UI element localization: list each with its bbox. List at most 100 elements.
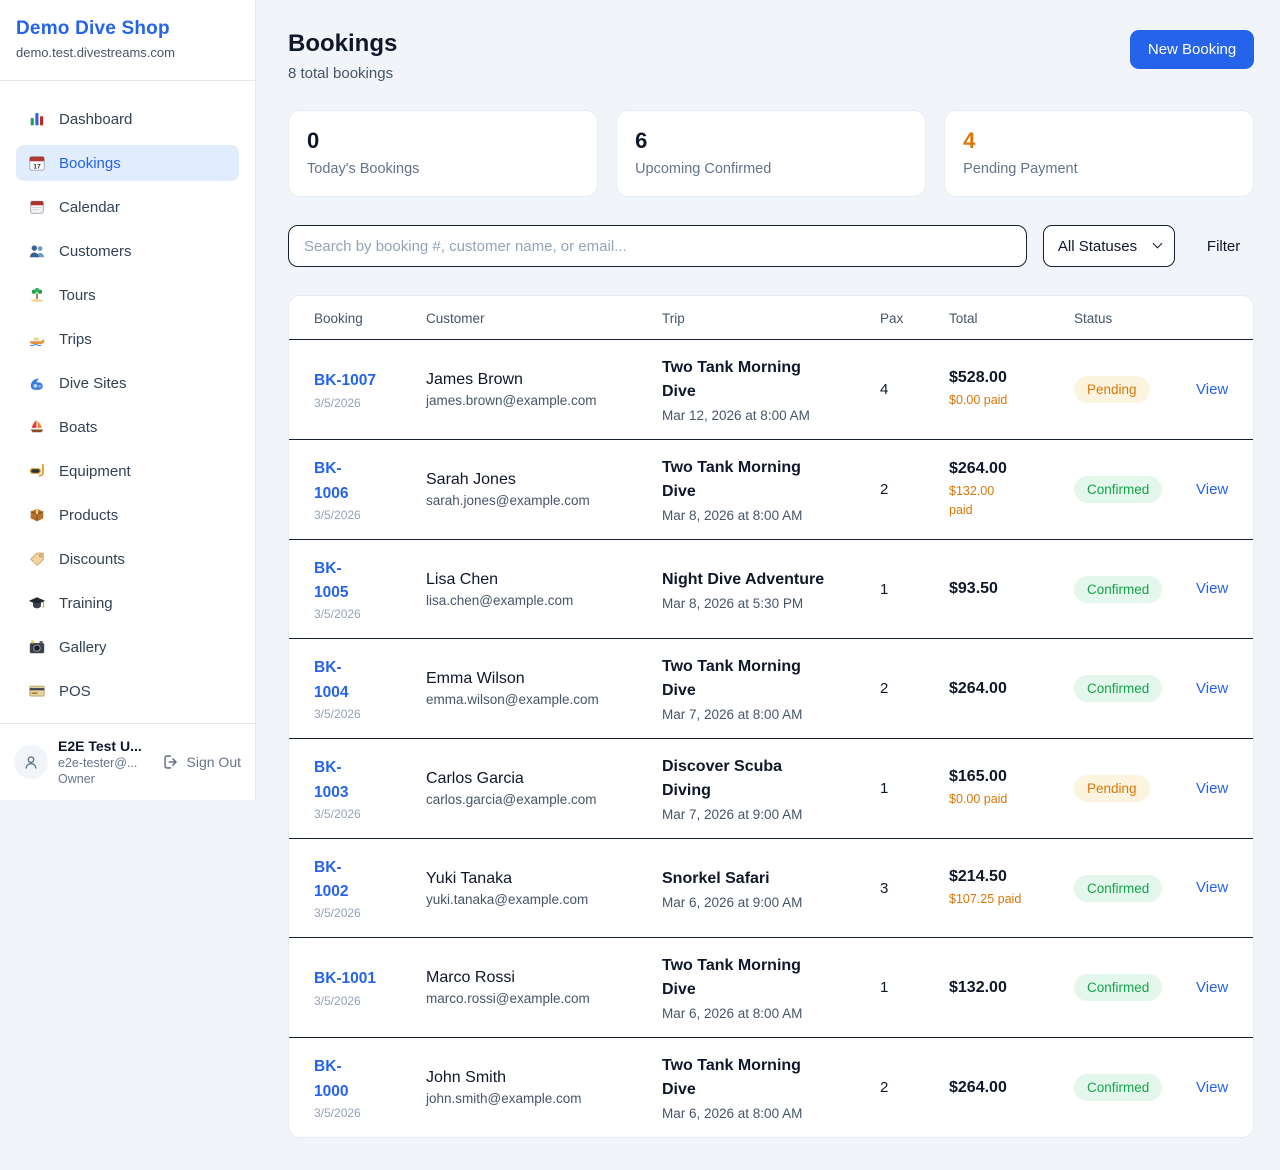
pax-count: 1	[879, 764, 948, 813]
booking-date: 3/5/2026	[314, 807, 424, 821]
booking-date: 3/5/2026	[314, 396, 424, 410]
total-amount: $93.50	[949, 580, 1072, 598]
view-link[interactable]: View	[1196, 780, 1228, 797]
trip-datetime: Mar 12, 2026 at 8:00 AM	[662, 408, 878, 423]
sidebar-item-dashboard[interactable]: Dashboard	[16, 101, 239, 137]
status-cell: Confirmed	[1073, 560, 1195, 619]
booking-cell: BK-1001 3/5/2026	[313, 951, 425, 1023]
new-booking-button[interactable]: New Booking	[1130, 30, 1254, 69]
view-link[interactable]: View	[1196, 680, 1228, 697]
total-cell: $264.00 $132.00paid	[948, 444, 1073, 534]
sidebar-item-label: Equipment	[59, 463, 131, 480]
trip-cell: Two Tank Morning Dive Mar 7, 2026 at 8:0…	[661, 639, 879, 738]
status-badge: Confirmed	[1074, 875, 1162, 902]
booking-date: 3/5/2026	[314, 707, 424, 721]
sidebar-item-discounts[interactable]: Discounts	[16, 541, 239, 577]
status-badge: Confirmed	[1074, 476, 1162, 503]
total-cell: $93.50	[948, 564, 1073, 614]
booking-cell: BK-1006 3/5/2026	[313, 441, 425, 537]
trip-name: Two Tank Morning Dive	[662, 954, 834, 1002]
table-row: BK-1001 3/5/2026 Marco Rossi marco.rossi…	[289, 938, 1253, 1038]
brand-name: Demo Dive Shop	[16, 18, 239, 40]
sidebar-item-gallery[interactable]: Gallery	[16, 629, 239, 665]
total-amount: $165.00	[949, 768, 1072, 786]
booking-link[interactable]: BK-1003	[314, 756, 348, 804]
view-link[interactable]: View	[1196, 979, 1228, 996]
sidebar-item-label: Calendar	[59, 199, 120, 216]
trip-datetime: Mar 8, 2026 at 5:30 PM	[662, 596, 878, 611]
total-cell: $528.00 $0.00 paid	[948, 353, 1073, 425]
table-row: BK-1007 3/5/2026 James Brown james.brown…	[289, 340, 1253, 440]
page: Demo Dive Shop demo.test.divestreams.com…	[0, 0, 1280, 1170]
sidebar-item-training[interactable]: Training	[16, 585, 239, 621]
table-header-row: Booking Customer Trip Pax Total Status	[289, 296, 1253, 340]
svg-text:17: 17	[33, 163, 41, 170]
booking-cell: BK-1002 3/5/2026	[313, 840, 425, 936]
sidebar-item-equipment[interactable]: Equipment	[16, 453, 239, 489]
column-header-status: Status	[1073, 296, 1195, 339]
main-content: Bookings 8 total bookings New Booking 0 …	[256, 0, 1280, 1170]
pax-count: 2	[879, 1063, 948, 1112]
actions-cell: View	[1195, 863, 1229, 913]
sidebar-item-label: Trips	[59, 331, 92, 348]
customer-email: sarah.jones@example.com	[426, 493, 660, 508]
status-cell: Pending	[1073, 360, 1195, 419]
table-row: BK-1003 3/5/2026 Carlos Garcia carlos.ga…	[289, 739, 1253, 839]
sidebar-item-boats[interactable]: Boats	[16, 409, 239, 445]
trip-cell: Two Tank Morning Dive Mar 8, 2026 at 8:0…	[661, 440, 879, 539]
view-link[interactable]: View	[1196, 381, 1228, 398]
sidebar-item-tours[interactable]: Tours	[16, 277, 239, 313]
booking-link[interactable]: BK-1001	[314, 967, 376, 991]
customer-email: marco.rossi@example.com	[426, 991, 660, 1006]
actions-cell: View	[1195, 465, 1229, 515]
package-icon	[28, 506, 46, 524]
sidebar-nav: Dashboard 17 Bookings Calendar Customers…	[0, 81, 255, 723]
view-link[interactable]: View	[1196, 481, 1228, 498]
column-header-booking: Booking	[313, 296, 425, 339]
table-row: BK-1006 3/5/2026 Sarah Jones sarah.jones…	[289, 440, 1253, 540]
calendar-date-icon: 17	[28, 154, 46, 172]
table-row: BK-1005 3/5/2026 Lisa Chen lisa.chen@exa…	[289, 540, 1253, 639]
sidebar-item-calendar[interactable]: Calendar	[16, 189, 239, 225]
view-link[interactable]: View	[1196, 879, 1228, 896]
customer-cell: James Brown james.brown@example.com	[425, 355, 661, 424]
sidebar-item-trips[interactable]: Trips	[16, 321, 239, 357]
stat-label: Pending Payment	[963, 161, 1235, 177]
view-link[interactable]: View	[1196, 580, 1228, 597]
stats-row: 0 Today's Bookings 6 Upcoming Confirmed …	[288, 110, 1254, 197]
pax-count: 4	[879, 365, 948, 414]
pax-count: 1	[879, 963, 948, 1012]
sidebar-item-customers[interactable]: Customers	[16, 233, 239, 269]
table-row: BK-1004 3/5/2026 Emma Wilson emma.wilson…	[289, 639, 1253, 739]
status-badge: Confirmed	[1074, 675, 1162, 702]
filter-button[interactable]: Filter	[1193, 238, 1254, 255]
status-filter-select[interactable]: All Statuses	[1043, 225, 1175, 267]
sidebar-item-pos[interactable]: POS	[16, 673, 239, 709]
booking-cell: BK-1000 3/5/2026	[313, 1039, 425, 1135]
booking-link[interactable]: BK-1006	[314, 457, 348, 505]
table-body: BK-1007 3/5/2026 James Brown james.brown…	[289, 340, 1253, 1137]
paid-amount: $107.25 paid	[949, 890, 1033, 908]
booking-link[interactable]: BK-1005	[314, 557, 348, 605]
trip-datetime: Mar 7, 2026 at 8:00 AM	[662, 707, 878, 722]
speedboat-icon	[28, 330, 46, 348]
booking-link[interactable]: BK-1004	[314, 656, 348, 704]
sidebar-item-dive-sites[interactable]: Dive Sites	[16, 365, 239, 401]
bar-chart-icon	[28, 110, 46, 128]
sidebar-item-products[interactable]: Products	[16, 497, 239, 533]
total-cell: $132.00	[948, 963, 1073, 1013]
view-link[interactable]: View	[1196, 1079, 1228, 1096]
actions-cell: View	[1195, 963, 1229, 1013]
search-input[interactable]	[288, 225, 1027, 267]
user-role: Owner	[58, 772, 142, 786]
booking-link[interactable]: BK-1000	[314, 1055, 348, 1103]
status-cell: Confirmed	[1073, 859, 1195, 918]
trip-name: Two Tank Morning Dive	[662, 356, 834, 404]
customer-cell: Lisa Chen lisa.chen@example.com	[425, 555, 661, 624]
booking-link[interactable]: BK-1007	[314, 369, 376, 393]
stat-card-today-s-bookings: 0 Today's Bookings	[288, 110, 598, 197]
sidebar-item-bookings[interactable]: 17 Bookings	[16, 145, 239, 181]
column-header-pax: Pax	[879, 296, 948, 339]
booking-link[interactable]: BK-1002	[314, 856, 348, 904]
sign-out-button[interactable]: Sign Out	[162, 753, 241, 771]
